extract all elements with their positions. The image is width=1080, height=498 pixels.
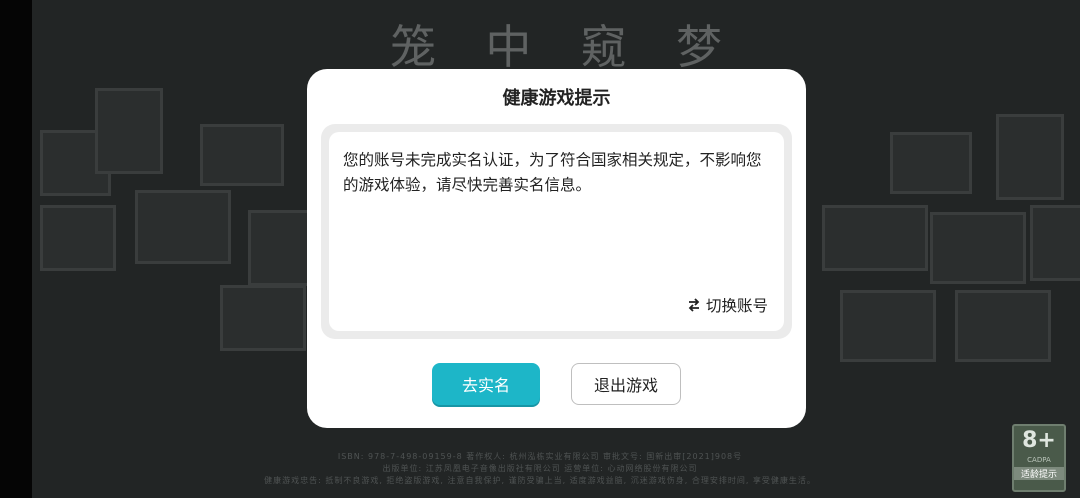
background-frame (200, 124, 284, 186)
background-frame (930, 212, 1026, 284)
game-title-char: 中 (485, 20, 540, 74)
exit-game-button[interactable]: 退出游戏 (571, 363, 681, 405)
swap-arrows-icon (686, 297, 702, 313)
left-edge-bar (0, 0, 32, 498)
background-frame (996, 114, 1064, 200)
age-rating-number: 8+ (1022, 428, 1056, 453)
verification-message: 您的账号未完成实名认证，为了符合国家相关规定，不影响您的游戏体验，请尽快完善实名… (343, 151, 762, 194)
game-title: 笼 中 窥 梦 (390, 14, 730, 74)
message-box: 您的账号未完成实名认证，为了符合国家相关规定，不影响您的游戏体验，请尽快完善实名… (329, 132, 784, 331)
background-frame (822, 205, 928, 271)
background-frame (840, 290, 936, 362)
background-frame (890, 132, 972, 194)
background-frame (95, 88, 163, 174)
background-frame (248, 210, 314, 286)
copyright-line: ISBN: 978-7-498-09159-8 著作权人: 杭州泓栋实业有限公司… (337, 452, 743, 461)
dialog-title: 健康游戏提示 (502, 88, 611, 109)
background-frame (220, 285, 306, 351)
message-panel: 您的账号未完成实名认证，为了符合国家相关规定，不影响您的游戏体验，请尽快完善实名… (321, 124, 792, 339)
game-title-char: 梦 (675, 20, 730, 74)
background-frame (955, 290, 1051, 362)
game-title-char: 窥 (580, 20, 635, 74)
switch-account-label: 切换账号 (705, 297, 768, 315)
age-rating-badge: 8+ CADPA 适龄提示 (1012, 424, 1066, 492)
background-frame (135, 190, 231, 264)
background-frame (1030, 205, 1080, 281)
verify-identity-button[interactable]: 去实名 (432, 363, 540, 405)
background-frame (40, 205, 116, 271)
game-title-char: 笼 (390, 20, 444, 74)
age-rating-org: CADPA (1027, 456, 1051, 464)
health-advice-line: 健康游戏忠告: 抵制不良游戏, 拒绝盗版游戏, 注意自我保护, 谨防受骗上当, … (264, 476, 816, 485)
health-game-dialog: 健康游戏提示 您的账号未完成实名认证，为了符合国家相关规定，不影响您的游戏体验，… (307, 69, 806, 428)
publisher-line: 出版单位: 江苏凤凰电子音像出版社有限公司 运营单位: 心动网络股份有限公司 (382, 464, 698, 473)
switch-account-link[interactable]: 切换账号 (686, 294, 768, 316)
age-rating-label: 适龄提示 (1014, 467, 1064, 480)
